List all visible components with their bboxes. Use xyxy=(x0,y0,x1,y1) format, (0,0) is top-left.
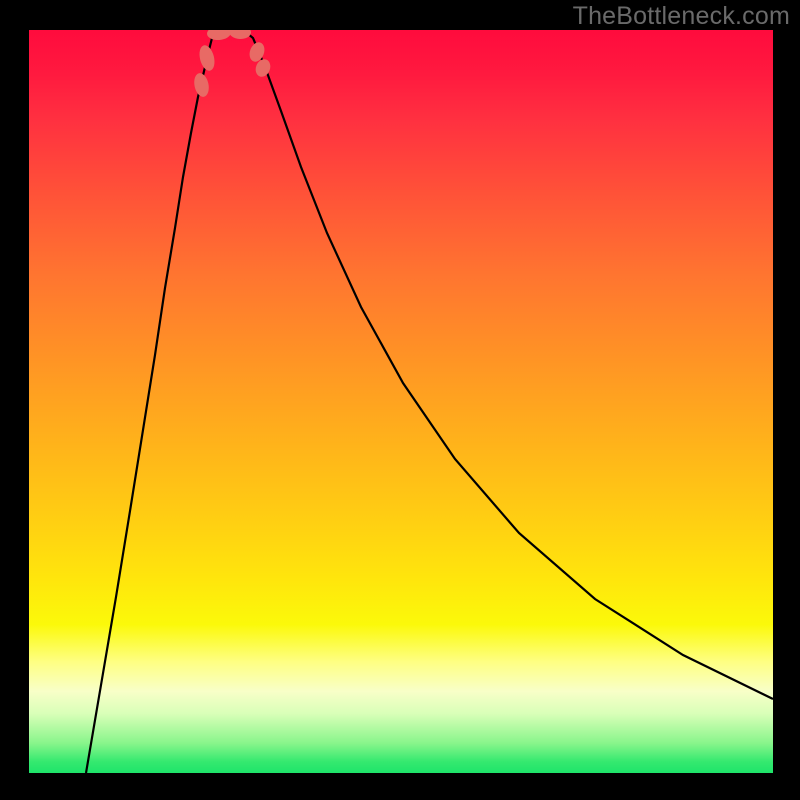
markers-group xyxy=(192,30,273,98)
bottleneck-curve xyxy=(86,31,773,773)
chart-frame: TheBottleneck.com xyxy=(0,0,800,800)
bottom-marker-right xyxy=(229,30,252,40)
curve-svg xyxy=(29,30,773,773)
watermark-text: TheBottleneck.com xyxy=(573,2,790,31)
left-marker-upper xyxy=(192,72,211,98)
plot-area xyxy=(29,30,773,773)
bottom-marker-left xyxy=(206,30,231,41)
left-marker-lower xyxy=(197,44,217,73)
